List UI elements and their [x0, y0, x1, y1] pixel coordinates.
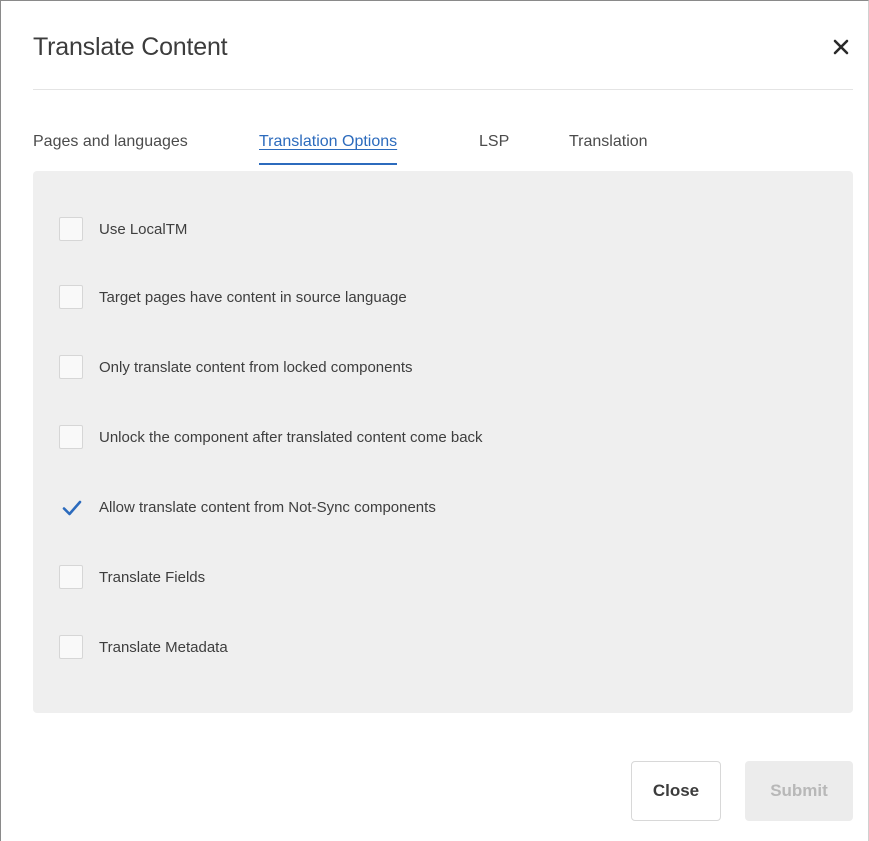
option-unlock-component[interactable]: Unlock the component after translated co…	[59, 423, 483, 451]
option-label: Unlock the component after translated co…	[99, 428, 483, 446]
unlock-component-checkbox[interactable]	[59, 425, 83, 449]
option-target-pages-source-language[interactable]: Target pages have content in source lang…	[59, 283, 407, 311]
option-only-locked-components[interactable]: Only translate content from locked compo…	[59, 353, 413, 381]
translate-fields-checkbox[interactable]	[59, 565, 83, 589]
tab-translation-options[interactable]: Translation Options	[259, 133, 398, 165]
dialog-header: Translate Content	[33, 1, 853, 90]
close-button[interactable]: Close	[631, 761, 721, 821]
tab-lsp[interactable]: LSP	[479, 133, 509, 163]
options-panel: Use LocalTM Target pages have content in…	[33, 171, 853, 713]
option-label: Translate Fields	[99, 568, 206, 586]
submit-button[interactable]: Submit	[745, 761, 853, 821]
dialog-title: Translate Content	[33, 33, 228, 61]
option-translate-fields[interactable]: Translate Fields	[59, 563, 205, 591]
option-use-localtm[interactable]: Use LocalTM	[59, 215, 187, 243]
tab-translation[interactable]: Translation	[569, 133, 648, 163]
translate-metadata-checkbox[interactable]	[59, 635, 83, 659]
use-localtm-checkbox[interactable]	[59, 217, 83, 241]
close-icon[interactable]	[829, 35, 853, 59]
translate-content-dialog: Translate Content Pages and languages Tr…	[0, 0, 869, 841]
option-label: Translate Metadata	[99, 638, 228, 656]
option-label: Allow translate content from Not-Sync co…	[99, 498, 436, 516]
tab-bar: Pages and languages Translation Options …	[33, 125, 853, 171]
tab-pages-and-languages[interactable]: Pages and languages	[33, 133, 188, 163]
option-allow-not-sync[interactable]: Allow translate content from Not-Sync co…	[59, 493, 436, 521]
option-label: Only translate content from locked compo…	[99, 358, 413, 376]
option-label: Target pages have content in source lang…	[99, 288, 407, 306]
option-label: Use LocalTM	[99, 220, 188, 238]
option-translate-metadata[interactable]: Translate Metadata	[59, 633, 228, 661]
only-locked-checkbox[interactable]	[59, 355, 83, 379]
checkmark-icon	[62, 500, 82, 516]
target-pages-checkbox[interactable]	[59, 285, 83, 309]
allow-not-sync-checkbox[interactable]	[59, 495, 83, 519]
